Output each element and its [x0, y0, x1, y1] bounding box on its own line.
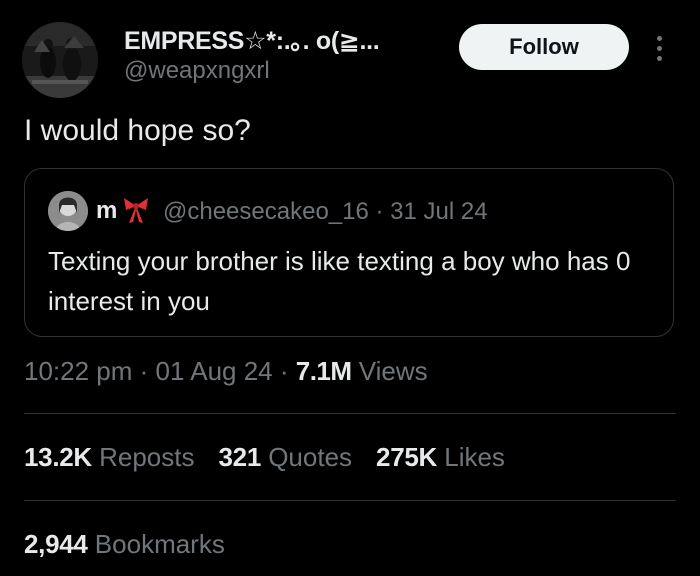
bookmarks-stat[interactable]: 2,944 Bookmarks: [24, 529, 225, 560]
reposts-count: 13.2K: [24, 442, 92, 472]
tweet-metadata: 10:22 pm · 01 Aug 24 · 7.1M Views: [24, 356, 428, 387]
tweet-date[interactable]: 01 Aug 24: [156, 356, 273, 386]
likes-label: Likes: [437, 442, 505, 472]
quoted-handle[interactable]: @cheesecakeo_16: [163, 198, 369, 225]
bookmarks-count: 2,944: [24, 529, 88, 559]
divider: [24, 413, 676, 414]
separator-dot: ·: [132, 356, 156, 386]
quotes-stat[interactable]: 321 Quotes: [219, 442, 353, 473]
reposts-stat[interactable]: 13.2K Reposts: [24, 442, 195, 473]
avatar-photo-icon: [22, 22, 98, 98]
author-handle[interactable]: @weapxngxrl: [124, 57, 270, 85]
likes-count: 275K: [376, 442, 438, 472]
reposts-label: Reposts: [91, 442, 195, 472]
views-label: Views: [351, 356, 428, 386]
author-name[interactable]: EMPRESS☆*:.｡. o(≧...: [124, 21, 380, 57]
follow-button[interactable]: Follow: [459, 24, 629, 70]
quoted-author-avatar[interactable]: [48, 191, 88, 231]
bookmarks-label: Bookmarks: [87, 529, 225, 559]
quoted-tweet-text: Texting your brother is like texting a b…: [48, 246, 631, 316]
ribbon-bow-icon: [124, 198, 148, 223]
tweet-time[interactable]: 10:22 pm: [24, 356, 132, 386]
quoted-date: 31 Jul 24: [390, 198, 488, 225]
quoted-handle-date: @cheesecakeo_16 · 31 Jul 24: [163, 198, 488, 226]
quotes-label: Quotes: [260, 442, 353, 472]
likes-stat[interactable]: 275K Likes: [376, 442, 505, 473]
quoted-tweet-card[interactable]: m @cheesecakeo_16 · 31 Jul 24 Texting yo…: [24, 168, 674, 337]
quoted-author-name[interactable]: m: [96, 197, 117, 225]
quoted-avatar-photo-icon: [48, 191, 88, 231]
more-options-icon[interactable]: [646, 28, 672, 68]
engagement-stats: 13.2K Reposts 321 Quotes 275K Likes: [24, 442, 505, 473]
views-count: 7.1M: [295, 356, 352, 386]
separator-dot: ·: [368, 198, 391, 225]
quotes-count: 321: [218, 442, 262, 472]
author-avatar[interactable]: [22, 22, 98, 98]
tweet-text: I would hope so?: [24, 114, 251, 147]
divider: [24, 500, 676, 501]
separator-dot: ·: [272, 356, 296, 386]
